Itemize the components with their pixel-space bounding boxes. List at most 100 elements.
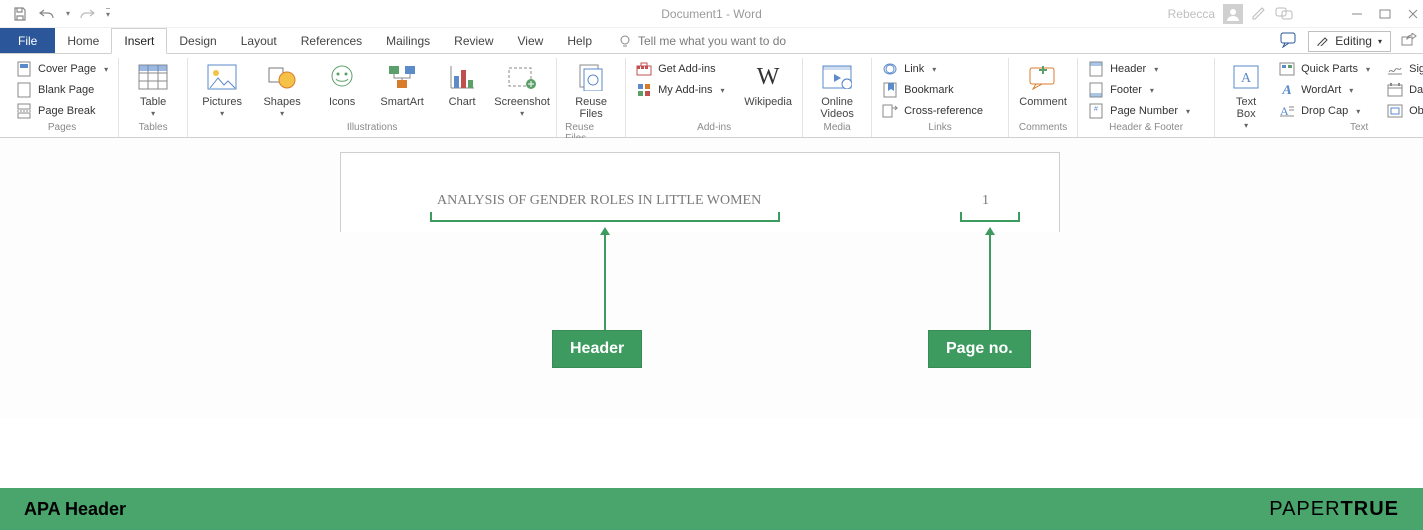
smartart-button[interactable]: SmartArt — [376, 58, 428, 108]
group-label-links: Links — [928, 122, 951, 133]
banner-caption: APA Header — [24, 499, 126, 520]
group-label-headerfooter: Header & Footer — [1109, 122, 1183, 133]
get-addins-button[interactable]: Get Add-ins — [634, 60, 734, 78]
share-icon[interactable] — [1401, 33, 1417, 50]
date-time-label: Date & Time — [1409, 84, 1423, 96]
screenshot-button[interactable]: Screenshot▾ — [496, 58, 548, 118]
store-icon — [636, 61, 652, 77]
undo-icon[interactable] — [38, 7, 56, 21]
table-icon — [136, 60, 170, 94]
tab-review[interactable]: Review — [442, 28, 505, 53]
ribbon: Cover Page▾ Blank Page Page Break Pages — [0, 54, 1423, 138]
group-header-footer: Header▾ Footer▾ # Page Number▾ Header & … — [1078, 58, 1215, 137]
wikipedia-label: Wikipedia — [744, 96, 792, 108]
quick-parts-button[interactable]: Quick Parts▾ — [1277, 60, 1377, 78]
tab-view[interactable]: View — [506, 28, 556, 53]
group-label-tables: Tables — [139, 122, 168, 133]
page-number-button[interactable]: # Page Number▾ — [1086, 102, 1206, 120]
user-avatar-icon[interactable] — [1223, 4, 1243, 24]
shapes-button[interactable]: Shapes▾ — [256, 58, 308, 118]
page-break-label: Page Break — [38, 105, 95, 117]
blank-page-button[interactable]: Blank Page — [14, 81, 110, 99]
bookmark-icon — [882, 82, 898, 98]
date-time-button[interactable]: Date & Time — [1385, 81, 1423, 99]
online-videos-button[interactable]: Online Videos — [811, 58, 863, 120]
footer-button[interactable]: Footer▾ — [1086, 81, 1206, 99]
tab-file[interactable]: File — [0, 28, 55, 53]
titlebar-action-1-icon[interactable] — [1251, 5, 1267, 24]
tell-me-label: Tell me what you want to do — [638, 34, 786, 48]
wikipedia-button[interactable]: W Wikipedia — [742, 58, 794, 108]
comments-pane-icon[interactable] — [1280, 32, 1298, 51]
tab-mailings[interactable]: Mailings — [374, 28, 442, 53]
maximize-icon[interactable] — [1379, 8, 1391, 20]
chevron-down-icon: ▾ — [151, 109, 155, 118]
link-button[interactable]: Link▾ — [880, 60, 1000, 78]
cover-page-icon — [16, 61, 32, 77]
tab-help[interactable]: Help — [555, 28, 604, 53]
icons-button[interactable]: Icons — [316, 58, 368, 108]
page-number-text[interactable]: 1 — [982, 193, 989, 209]
pictures-icon — [205, 60, 239, 94]
tab-references[interactable]: References — [289, 28, 374, 53]
save-icon[interactable] — [12, 6, 28, 22]
redo-icon[interactable] — [80, 7, 96, 21]
header-button[interactable]: Header▾ — [1086, 60, 1206, 78]
cover-page-button[interactable]: Cover Page▾ — [14, 60, 110, 78]
titlebar-action-2-icon[interactable] — [1275, 6, 1293, 23]
group-label-addins: Add-ins — [697, 122, 731, 133]
screenshot-label: Screenshot — [494, 96, 550, 108]
wordart-label: WordArt — [1301, 84, 1341, 96]
group-illustrations: Pictures▾ Shapes▾ Icons SmartArt Chart S… — [188, 58, 557, 137]
smartart-label: SmartArt — [380, 96, 423, 108]
page-break-button[interactable]: Page Break — [14, 102, 110, 120]
reuse-files-button[interactable]: Reuse Files — [565, 58, 617, 120]
undo-dropdown-icon[interactable]: ▾ — [66, 9, 70, 18]
qat-customize-icon[interactable]: ▾ — [106, 8, 110, 19]
tab-home[interactable]: Home — [55, 28, 111, 53]
icons-label: Icons — [329, 96, 355, 108]
my-addins-button[interactable]: My Add-ins▾ — [634, 81, 734, 99]
tab-design[interactable]: Design — [167, 28, 228, 53]
chart-label: Chart — [449, 96, 476, 108]
brand-logo: PAPERTRUE — [1269, 498, 1399, 521]
chart-button[interactable]: Chart — [436, 58, 488, 108]
table-button[interactable]: Table ▾ — [127, 58, 179, 118]
tell-me-search[interactable]: Tell me what you want to do — [604, 28, 786, 53]
blank-page-icon — [16, 82, 32, 98]
drop-cap-icon: A — [1279, 103, 1295, 119]
addins-icon — [636, 82, 652, 98]
header-icon — [1088, 61, 1104, 77]
chart-icon — [445, 60, 479, 94]
reuse-files-icon — [574, 60, 608, 94]
signature-label: Signature Line — [1409, 63, 1423, 75]
ribbon-tabs: File Home Insert Design Layout Reference… — [0, 28, 1423, 54]
comment-button[interactable]: Comment — [1017, 58, 1069, 108]
quick-parts-icon — [1279, 61, 1295, 77]
object-button[interactable]: Object▾ — [1385, 102, 1423, 120]
quick-parts-label: Quick Parts — [1301, 63, 1358, 75]
tab-insert[interactable]: Insert — [111, 28, 167, 54]
drop-cap-button[interactable]: A Drop Cap▾ — [1277, 102, 1377, 120]
minimize-icon[interactable] — [1351, 8, 1363, 20]
tab-layout[interactable]: Layout — [229, 28, 289, 53]
object-label: Object — [1409, 105, 1423, 117]
svg-text:A: A — [1241, 71, 1252, 86]
text-box-button[interactable]: A Text Box▾ — [1223, 58, 1269, 130]
chevron-down-icon: ▾ — [1378, 37, 1382, 46]
cross-reference-button[interactable]: Cross-reference — [880, 102, 1000, 120]
close-icon[interactable] — [1407, 8, 1419, 20]
wordart-button[interactable]: A WordArt▾ — [1277, 81, 1377, 99]
user-area: Rebecca — [1168, 0, 1293, 28]
signature-line-button[interactable]: Signature Line▾ — [1385, 60, 1423, 78]
get-addins-label: Get Add-ins — [658, 63, 715, 75]
link-icon — [882, 61, 898, 77]
bookmark-button[interactable]: Bookmark — [880, 81, 1000, 99]
page-break-icon — [16, 103, 32, 119]
editing-mode-button[interactable]: Editing ▾ — [1308, 31, 1391, 52]
running-head-text[interactable]: ANALYSIS OF GENDER ROLES IN LITTLE WOMEN — [437, 193, 761, 209]
group-label-pages: Pages — [48, 122, 76, 133]
group-label-media: Media — [823, 122, 850, 133]
signature-icon — [1387, 61, 1403, 77]
pictures-button[interactable]: Pictures▾ — [196, 58, 248, 118]
